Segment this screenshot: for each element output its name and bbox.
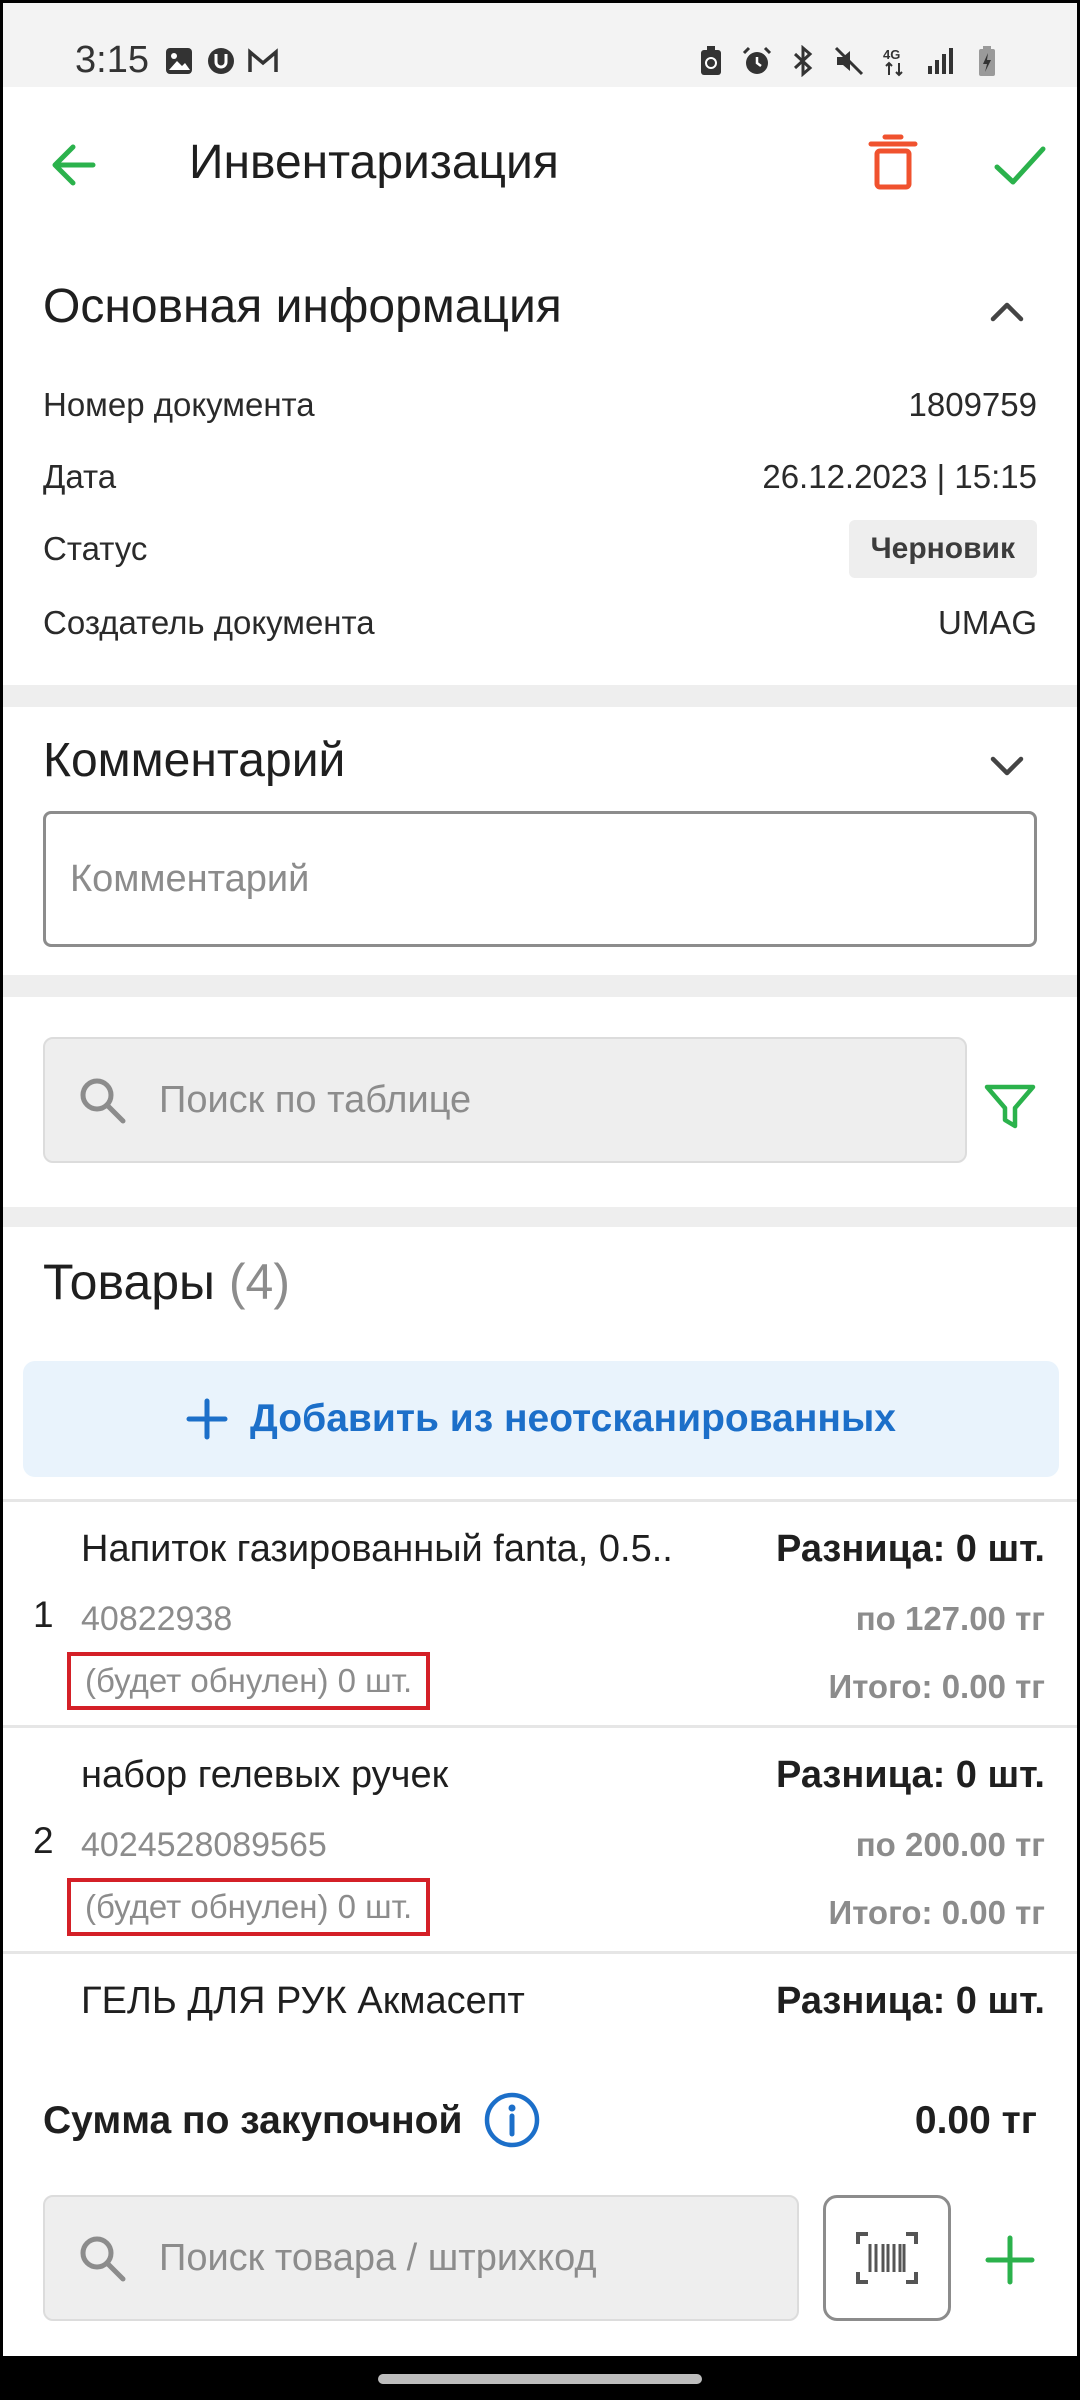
info-label: Статус [43, 530, 148, 567]
signal-icon [925, 45, 957, 77]
add-unscanned-button[interactable]: Добавить из неотсканированных [23, 1361, 1059, 1477]
item-difference: Разница: 0 шт. [775, 1528, 1045, 1570]
table-search-input[interactable] [159, 1078, 965, 1122]
info-label: Дата [43, 458, 117, 495]
item-name: ГЕЛЬ ДЛЯ РУК Акмасепт [81, 1980, 525, 2022]
comment-field[interactable] [43, 811, 1037, 947]
chevron-up-icon [990, 302, 1024, 322]
item-barcode: 4024528089565 [81, 1826, 327, 1864]
item-total: Итого: 0.00 тг [828, 1894, 1045, 1931]
goods-row[interactable]: 2 набор гелевых ручек 4024528089565 (буд… [3, 1725, 1077, 1951]
svg-text:4G: 4G [883, 47, 900, 62]
item-number: 2 [33, 1820, 54, 1861]
arrow-left-icon [52, 144, 96, 186]
confirm-button[interactable] [987, 133, 1051, 197]
delete-button[interactable] [863, 131, 923, 195]
gmail-icon [247, 45, 279, 77]
goods-count: (4) [228, 1254, 291, 1310]
sum-info-button[interactable] [483, 2091, 541, 2149]
info-label: Номер документа [43, 386, 315, 423]
search-icon [80, 2236, 126, 2282]
app-bar: Инвентаризация [3, 87, 1077, 239]
trash-icon [868, 134, 918, 190]
section-divider [3, 975, 1077, 997]
comment-heading: Комментарий [43, 734, 346, 787]
item-total: Итого: 0.00 тг [828, 1668, 1045, 1705]
umag-icon [205, 45, 237, 77]
item-number: 1 [33, 1594, 54, 1635]
goods-title-label: Товары [43, 1254, 215, 1310]
info-row-doc-number: Номер документа 1809759 [43, 375, 1037, 435]
item-zeroed-note: (будет обнулен) 0 шт. [67, 1878, 431, 1936]
alarm-icon [741, 45, 773, 77]
basic-info-heading: Основная информация [43, 280, 562, 333]
section-divider [3, 1207, 1077, 1227]
item-barcode: 40822938 [81, 1600, 233, 1638]
section-divider [3, 685, 1077, 707]
creator-value: UMAG [938, 604, 1037, 641]
info-label: Создатель документа [43, 604, 375, 641]
doc-number-value: 1809759 [908, 386, 1037, 423]
page-title: Инвентаризация [189, 136, 559, 189]
goods-row[interactable]: 1 Напиток газированный fanta, 0.5.. 4082… [3, 1499, 1077, 1725]
info-row-status: Статус Черновик [43, 519, 1037, 579]
goods-title: Товары (4) [43, 1253, 290, 1311]
info-row-date: Дата 26.12.2023 | 15:15 [43, 447, 1037, 507]
backup-icon [695, 45, 727, 77]
filter-icon [984, 1084, 1036, 1129]
comment-input[interactable] [46, 814, 1034, 944]
4g-icon: 4G [879, 45, 911, 77]
item-name: набор гелевых ручек [81, 1754, 449, 1796]
bottom-panel: Сумма по закупочной 0.00 тг [3, 2053, 1077, 2356]
info-icon [484, 2092, 540, 2148]
item-zeroed-note: (будет обнулен) 0 шт. [67, 1652, 431, 1710]
date-value: 26.12.2023 | 15:15 [762, 458, 1037, 495]
item-price: по 200.00 тг [855, 1826, 1045, 1863]
item-difference: Разница: 0 шт. [775, 1754, 1045, 1796]
sum-label: Сумма по закупочной [43, 2099, 463, 2142]
system-navigation-bar [0, 2356, 1080, 2400]
back-button[interactable] [43, 133, 107, 197]
item-difference: Разница: 0 шт. [775, 1980, 1045, 2022]
filter-button[interactable] [979, 1075, 1041, 1137]
expand-comment-button[interactable] [983, 741, 1031, 789]
item-name: Напиток газированный fanta, 0.5.. [81, 1528, 673, 1570]
mute-icon [833, 45, 865, 77]
app-screen: 3:15 4G Инвентаризация Основная информац… [3, 3, 1077, 2356]
status-time: 3:15 [75, 39, 149, 81]
plus-icon [186, 1398, 228, 1440]
barcode-scan-button[interactable] [823, 2195, 951, 2321]
item-price: по 127.00 тг [855, 1600, 1045, 1637]
sum-value: 0.00 тг [914, 2099, 1037, 2142]
add-product-button[interactable] [983, 2233, 1037, 2287]
collapse-basic-info-button[interactable] [983, 287, 1031, 335]
barcode-scanner-icon [856, 2232, 918, 2284]
check-icon [994, 146, 1046, 185]
plus-icon [985, 2235, 1035, 2285]
info-row-creator: Создатель документа UMAG [43, 593, 1037, 653]
status-bar: 3:15 4G [3, 3, 1077, 87]
search-icon [80, 1078, 126, 1124]
product-search-field[interactable] [43, 2195, 799, 2321]
status-badge: Черновик [848, 520, 1037, 578]
home-gesture-handle[interactable] [378, 2374, 702, 2384]
add-unscanned-label: Добавить из неотсканированных [250, 1397, 896, 1440]
chevron-down-icon [990, 756, 1024, 776]
battery-icon [971, 45, 1003, 77]
table-search-field[interactable] [43, 1037, 967, 1163]
bluetooth-icon [787, 45, 819, 77]
gallery-icon [163, 45, 195, 77]
product-search-input[interactable] [159, 2236, 797, 2280]
